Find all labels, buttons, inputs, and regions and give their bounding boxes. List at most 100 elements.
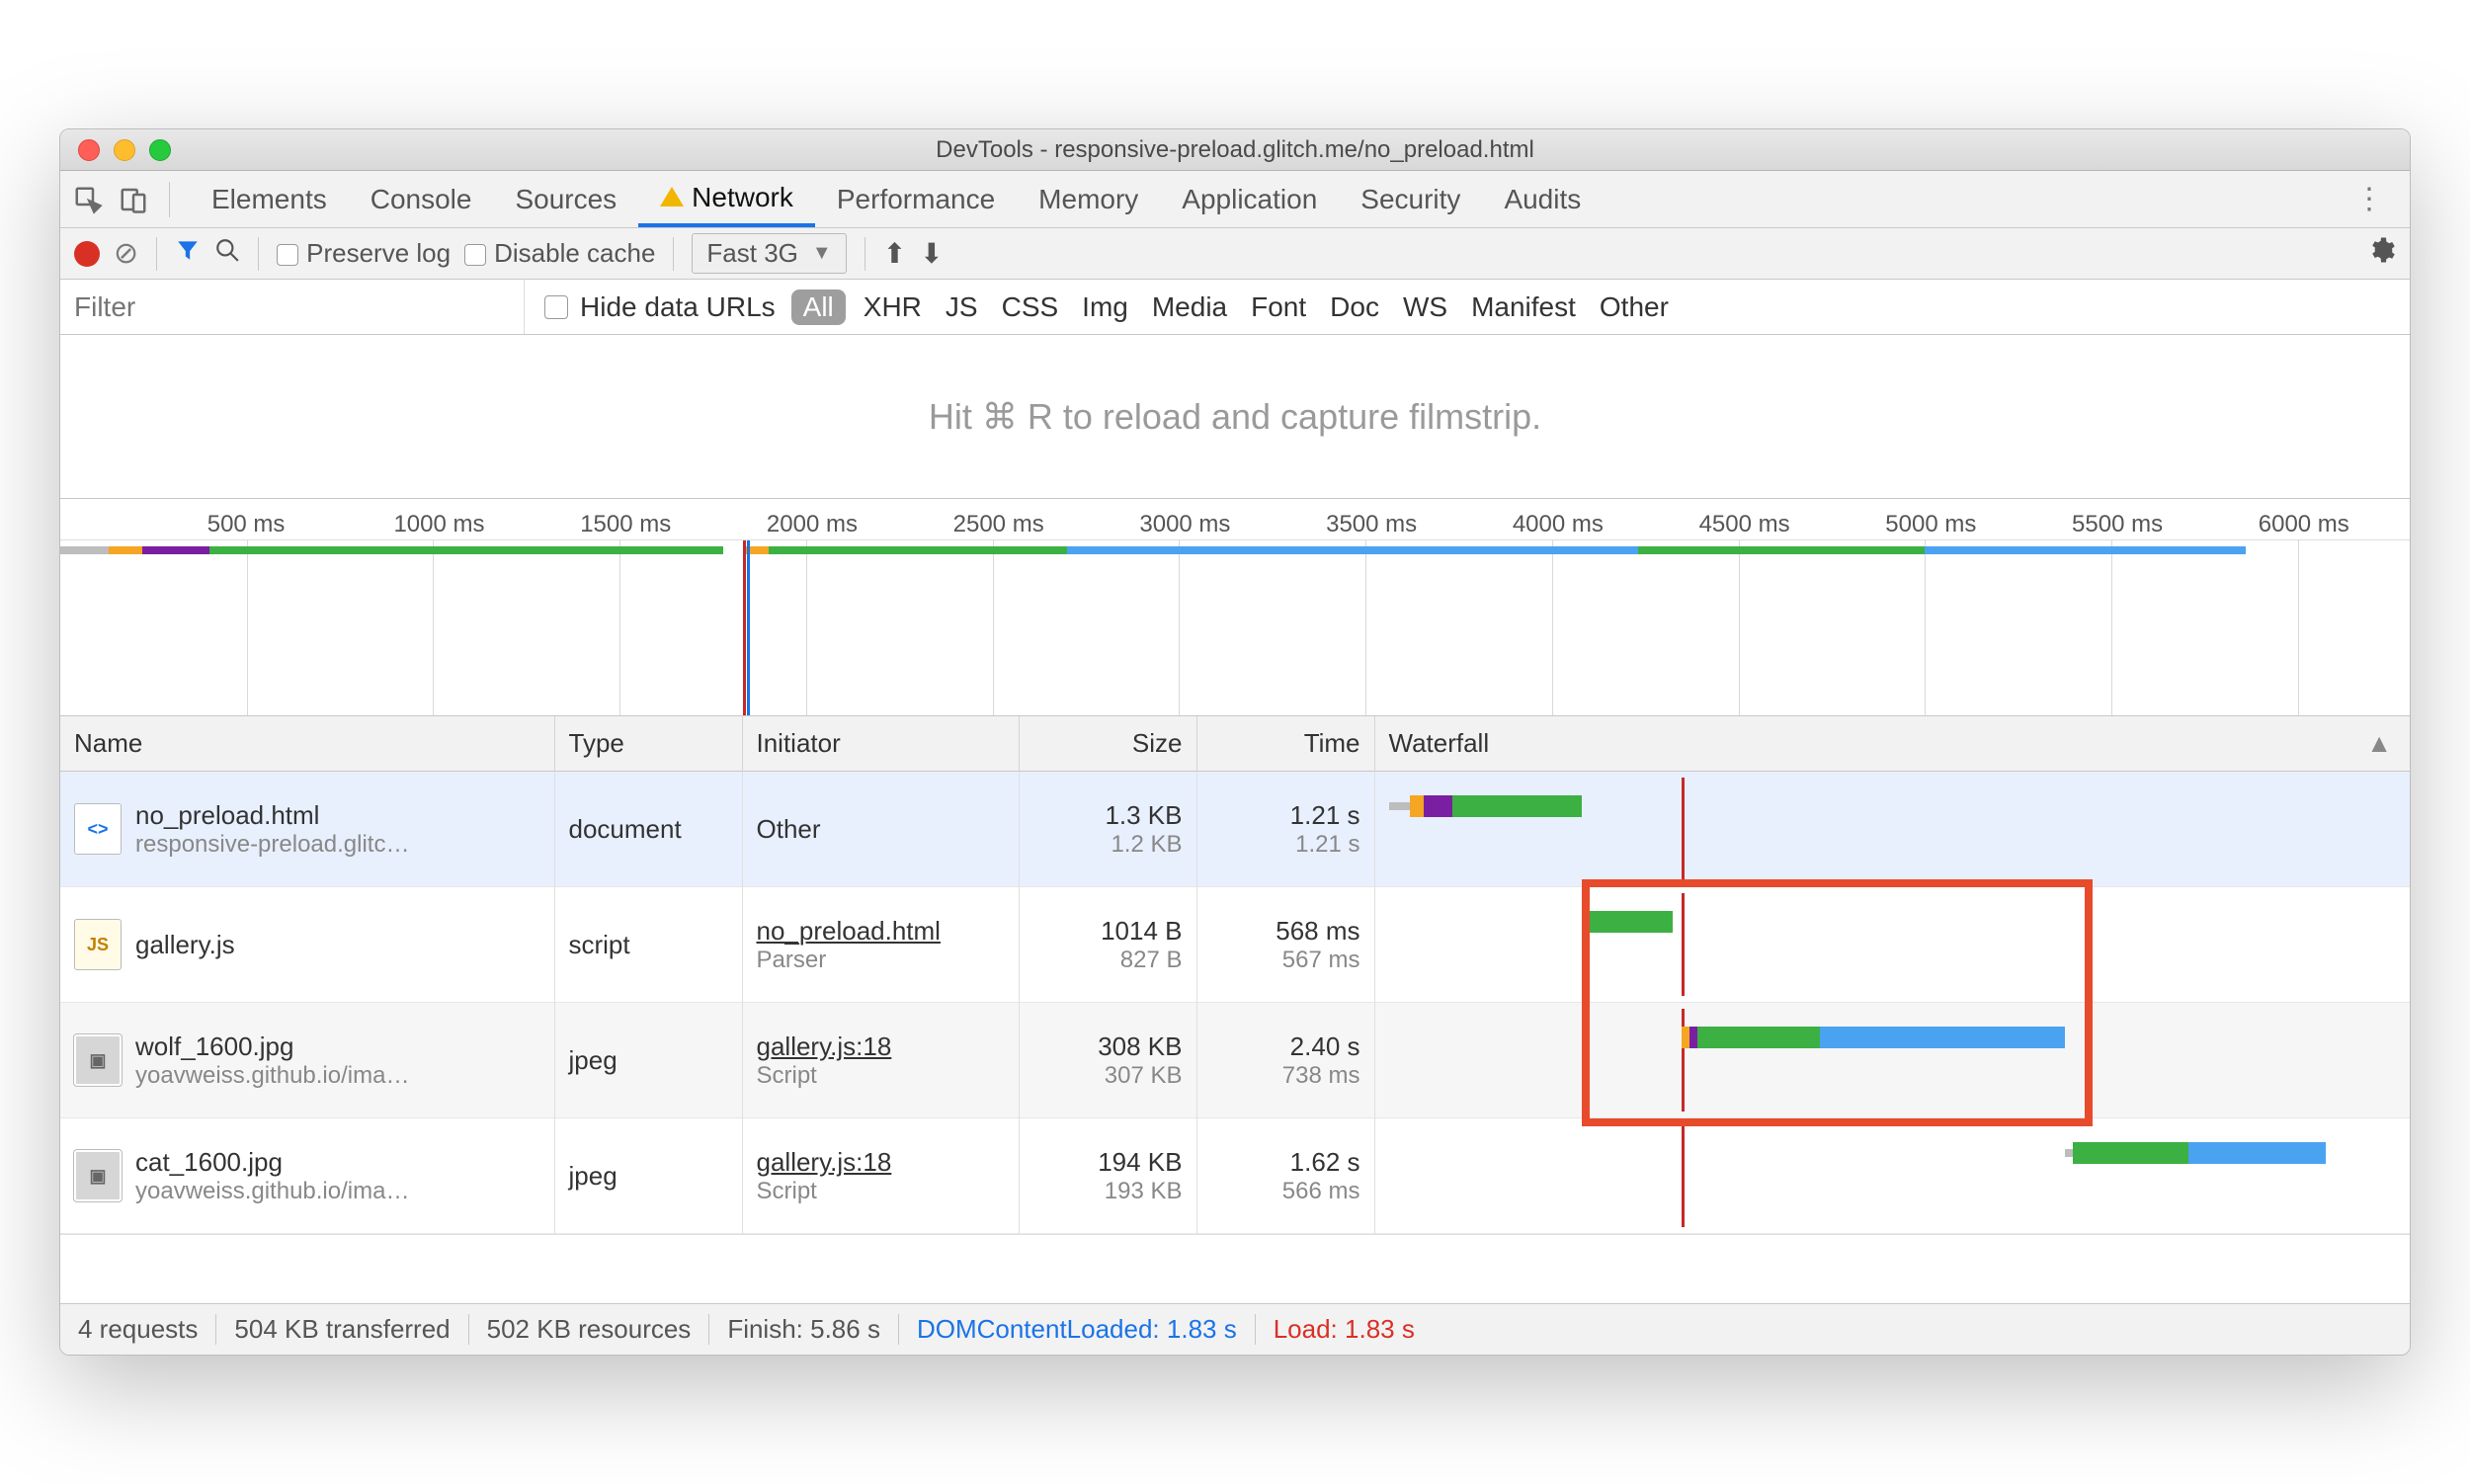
total-time: 1.62 s — [1290, 1147, 1360, 1177]
chevron-down-icon: ▼ — [812, 242, 832, 265]
overview-bar — [109, 546, 142, 554]
total-time: 2.40 s — [1290, 1031, 1360, 1061]
settings-gear-icon[interactable] — [2366, 235, 2396, 273]
img-file-icon: ▣ — [74, 1034, 122, 1086]
network-toolbar: ⊘ Preserve log Disable cache Fast 3G ▼ ⬆… — [60, 228, 2410, 280]
transfer-size: 308 KB — [1098, 1031, 1182, 1061]
window-title: DevTools - responsive-preload.glitch.me/… — [60, 136, 2410, 164]
table-row[interactable]: ▣ cat_1600.jpg yoavweiss.github.io/ima… … — [60, 1118, 2410, 1234]
waterfall-segment — [2073, 1142, 2188, 1164]
timeline-gridline — [619, 540, 620, 715]
table-row[interactable]: JS gallery.js scriptno_preload.htmlParse… — [60, 887, 2410, 1003]
more-tabs-icon[interactable]: ⋮ — [2354, 182, 2400, 216]
timeline-tick: 1000 ms — [393, 511, 484, 538]
timeline-gridline — [1739, 540, 1740, 715]
inspect-element-icon[interactable] — [70, 182, 106, 217]
initiator-link[interactable]: gallery.js:18 — [757, 1031, 892, 1061]
tab-label: Audits — [1504, 184, 1581, 215]
initiator-text: Other — [757, 814, 821, 844]
table-row[interactable]: <> no_preload.html responsive-preload.gl… — [60, 772, 2410, 887]
waterfall-segment — [1590, 911, 1673, 933]
type-filter-font[interactable]: Font — [1239, 291, 1318, 323]
type-filter-ws[interactable]: WS — [1391, 291, 1459, 323]
disable-cache-checkbox[interactable]: Disable cache — [464, 238, 655, 269]
status-requests: 4 requests — [78, 1314, 216, 1345]
request-origin: yoavweiss.github.io/ima… — [135, 1178, 409, 1205]
status-dcl: DOMContentLoaded: 1.83 s — [899, 1314, 1256, 1345]
type-filter-xhr[interactable]: XHR — [852, 291, 934, 323]
tab-audits[interactable]: Audits — [1482, 171, 1603, 227]
type-filter-js[interactable]: JS — [934, 291, 990, 323]
tab-application[interactable]: Application — [1160, 171, 1339, 227]
resource-size: 307 KB — [1033, 1062, 1183, 1090]
waterfall-segment — [1561, 795, 1582, 817]
latency-time: 566 ms — [1211, 1178, 1360, 1205]
upload-har-icon[interactable]: ⬆ — [883, 237, 906, 270]
load-event-marker — [743, 540, 746, 715]
search-icon[interactable] — [214, 237, 240, 270]
request-type: jpeg — [554, 1003, 742, 1118]
status-resources: 502 KB resources — [469, 1314, 710, 1345]
timeline-tick: 4500 ms — [1699, 511, 1790, 538]
resource-size: 827 B — [1033, 947, 1183, 974]
type-filter-media[interactable]: Media — [1140, 291, 1239, 323]
table-row[interactable]: ▣ wolf_1600.jpg yoavweiss.github.io/ima…… — [60, 1003, 2410, 1118]
request-name: cat_1600.jpg — [135, 1147, 409, 1178]
col-name[interactable]: Name — [60, 716, 554, 772]
col-initiator[interactable]: Initiator — [742, 716, 1019, 772]
waterfall-bar[interactable] — [1389, 1124, 2397, 1227]
timeline-tick: 4000 ms — [1513, 511, 1604, 538]
initiator-type: Script — [757, 1178, 1005, 1205]
tab-performance[interactable]: Performance — [815, 171, 1017, 227]
overview-bar — [142, 546, 209, 554]
waterfall-segment — [1697, 1027, 1821, 1048]
timeline-overview[interactable]: 500 ms1000 ms1500 ms2000 ms2500 ms3000 m… — [60, 499, 2410, 716]
waterfall-bar[interactable] — [1389, 893, 2397, 996]
col-time[interactable]: Time — [1196, 716, 1374, 772]
waterfall-bar[interactable] — [1389, 1009, 2397, 1112]
waterfall-segment — [2065, 1149, 2073, 1157]
dcl-marker — [747, 540, 750, 715]
filter-toggle-icon[interactable] — [175, 237, 201, 270]
tab-security[interactable]: Security — [1339, 171, 1482, 227]
network-requests-table: Name Type Initiator Size Time Waterfall▲… — [60, 716, 2410, 1234]
type-filter-css[interactable]: CSS — [990, 291, 1071, 323]
timeline-gridline — [806, 540, 807, 715]
col-waterfall[interactable]: Waterfall▲ — [1374, 716, 2410, 772]
initiator-type: Parser — [757, 947, 1005, 974]
type-filter-doc[interactable]: Doc — [1318, 291, 1391, 323]
record-button[interactable] — [74, 241, 100, 267]
type-filter-img[interactable]: Img — [1070, 291, 1140, 323]
tab-network[interactable]: Network — [638, 171, 815, 227]
resource-size: 1.2 KB — [1033, 831, 1183, 859]
type-filter-manifest[interactable]: Manifest — [1459, 291, 1588, 323]
throttling-dropdown[interactable]: Fast 3G ▼ — [692, 233, 846, 274]
tab-console[interactable]: Console — [349, 171, 494, 227]
initiator-link[interactable]: gallery.js:18 — [757, 1147, 892, 1177]
timeline-tick: 2000 ms — [767, 511, 858, 538]
hide-data-urls-checkbox[interactable] — [544, 295, 568, 319]
type-filter-all[interactable]: All — [791, 289, 846, 325]
tab-label: Memory — [1038, 184, 1138, 215]
type-filter-other[interactable]: Other — [1588, 291, 1681, 323]
status-load: Load: 1.83 s — [1256, 1314, 1433, 1345]
filter-input[interactable] — [60, 280, 525, 334]
request-origin: responsive-preload.glitc… — [135, 831, 409, 859]
clear-icon[interactable]: ⊘ — [114, 236, 138, 271]
preserve-log-checkbox[interactable]: Preserve log — [277, 238, 451, 269]
timeline-tick: 3000 ms — [1139, 511, 1230, 538]
timeline-tick: 5500 ms — [2072, 511, 2163, 538]
device-toolbar-icon[interactable] — [116, 182, 151, 217]
col-type[interactable]: Type — [554, 716, 742, 772]
initiator-link[interactable]: no_preload.html — [757, 916, 941, 946]
tab-memory[interactable]: Memory — [1017, 171, 1160, 227]
download-har-icon[interactable]: ⬇ — [920, 237, 943, 270]
waterfall-bar[interactable] — [1389, 778, 2397, 880]
col-size[interactable]: Size — [1019, 716, 1196, 772]
request-name: no_preload.html — [135, 800, 409, 831]
request-name: wolf_1600.jpg — [135, 1031, 409, 1062]
tab-elements[interactable]: Elements — [190, 171, 349, 227]
waterfall-segment — [1410, 795, 1425, 817]
request-type: script — [554, 887, 742, 1003]
tab-sources[interactable]: Sources — [493, 171, 638, 227]
